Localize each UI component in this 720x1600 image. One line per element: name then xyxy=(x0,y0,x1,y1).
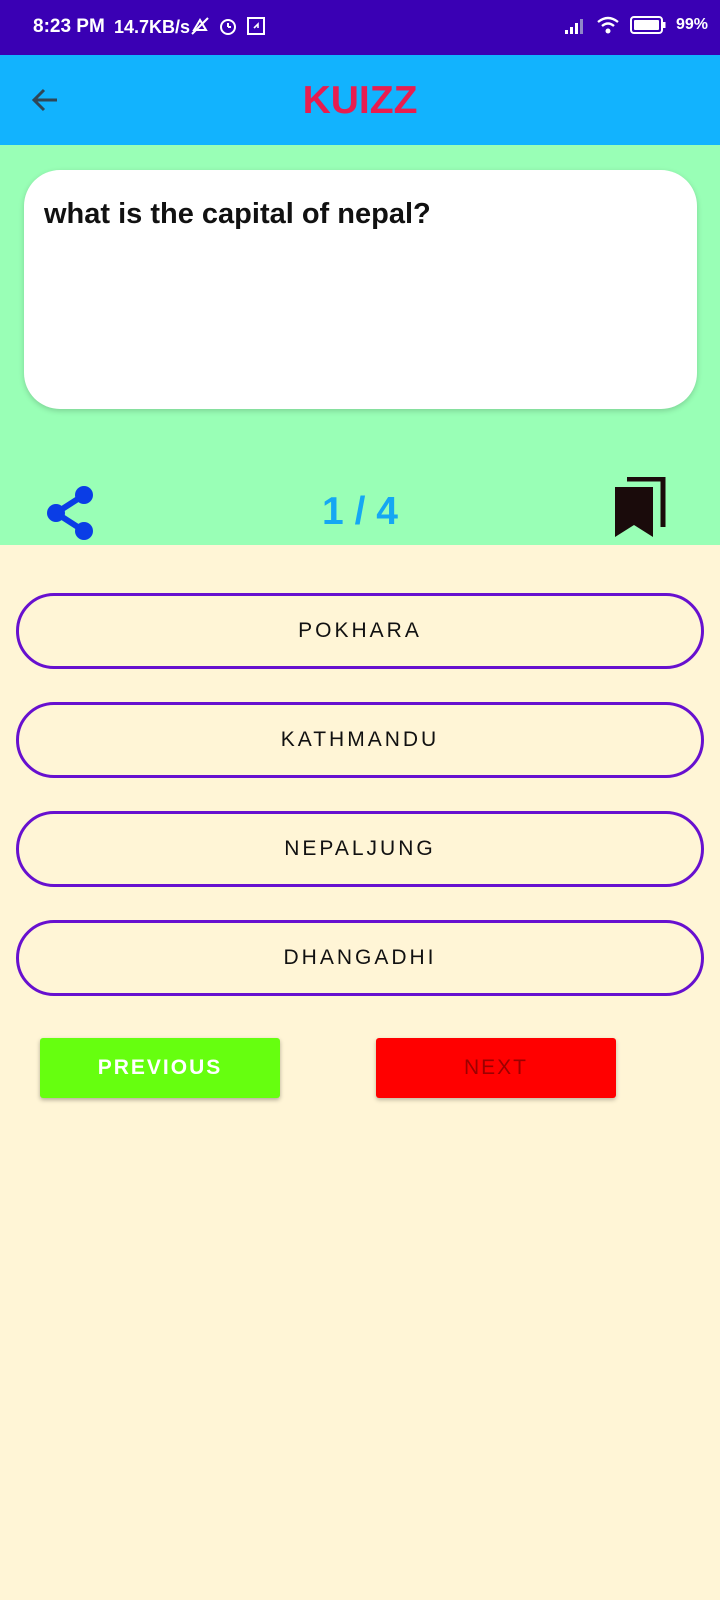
previous-button[interactable]: PREVIOUS xyxy=(40,1038,280,1098)
question-card: what is the capital of nepal? xyxy=(24,170,697,409)
navigation-row: PREVIOUS NEXT xyxy=(0,1038,720,1098)
option-button[interactable]: DHANGADHI xyxy=(16,920,704,996)
option-button[interactable]: NEPALJUNG xyxy=(16,811,704,887)
battery-icon xyxy=(629,16,666,34)
app-bar: KUIZZ xyxy=(0,55,720,145)
arrow-back-icon xyxy=(31,88,57,112)
status-time: 8:23 PM xyxy=(33,16,105,37)
status-bar: 8:23 PM 14.7KB/s 99% xyxy=(0,0,720,55)
option-button[interactable]: POKHARA xyxy=(16,593,704,669)
notification-icon xyxy=(247,17,265,35)
bookmarks-icon xyxy=(615,476,666,537)
app-title: KUIZZ xyxy=(302,79,418,122)
mute-icon xyxy=(191,17,209,35)
answer-options: POKHARA KATHMANDU NEPALJUNG DHANGADHI xyxy=(16,593,704,1029)
status-icons-left xyxy=(190,16,266,36)
back-button[interactable] xyxy=(22,77,68,123)
alarm-icon xyxy=(220,19,236,35)
option-button[interactable]: KATHMANDU xyxy=(16,702,704,778)
battery-percent: 99% xyxy=(675,16,708,33)
status-icons-right: 99% xyxy=(564,16,708,34)
wifi-icon xyxy=(597,16,619,34)
network-speed: 14.7KB/s xyxy=(114,17,191,37)
signal-icon xyxy=(564,19,583,34)
question-text: what is the capital of nepal? xyxy=(44,198,431,230)
bookmark-button[interactable] xyxy=(611,476,666,539)
question-panel: what is the capital of nepal? 1 / 4 xyxy=(0,145,720,545)
next-button[interactable]: NEXT xyxy=(376,1038,616,1098)
